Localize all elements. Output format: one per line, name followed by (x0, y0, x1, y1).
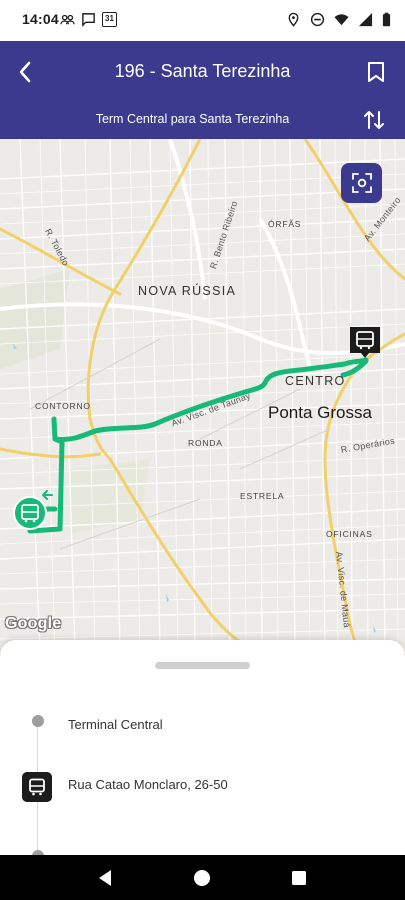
label-orfas: ÓRFÃS (268, 219, 302, 229)
recents-square-icon (292, 871, 306, 885)
stop-dot-icon (32, 715, 44, 727)
swap-vertical-icon (364, 111, 384, 129)
google-attribution: Google (5, 615, 62, 632)
label-nova-russia: NOVA RÚSSIA (138, 284, 237, 298)
wifi-icon (334, 14, 349, 26)
drag-handle[interactable] (155, 662, 250, 669)
people-icon (60, 14, 75, 25)
bookmark-button[interactable] (361, 57, 391, 87)
app-bar: 196 - Santa Terezinha Term Central para … (0, 41, 405, 139)
battery-icon (382, 12, 391, 27)
location-icon (288, 12, 299, 27)
label-ponta-grossa: Ponta Grossa (268, 403, 372, 422)
stop-label: Rua Catao Monclaro, 26-50 (68, 777, 228, 792)
route-direction: Term Central para Santa Terezinha (95, 112, 290, 126)
swap-direction-button[interactable] (361, 107, 387, 133)
label-estrela: ESTRELA (240, 491, 285, 501)
stop-label: Terminal Central (68, 717, 163, 732)
route-title: 196 - Santa Terezinha (114, 61, 291, 81)
do-not-disturb-icon (310, 12, 325, 27)
back-arrow-icon (19, 61, 31, 83)
signal-icon (358, 12, 373, 27)
route-map[interactable]: NOVA RÚSSIA CENTRO CONTORNO RONDA ESTREL… (0, 139, 405, 654)
focus-icon (351, 173, 372, 193)
label-centro: CENTRO (285, 374, 346, 388)
bookmark-icon (368, 62, 384, 82)
nav-home-button[interactable] (191, 867, 213, 889)
status-right-icons (286, 12, 391, 27)
back-button[interactable] (10, 57, 40, 87)
status-left-icons: 31 (60, 12, 117, 27)
label-contorno: CONTORNO (35, 401, 91, 411)
back-triangle-icon (99, 870, 111, 886)
status-bar: 14:04 31 (0, 0, 405, 41)
label-ronda: RONDA (188, 438, 223, 448)
system-nav-bar (0, 855, 405, 900)
label-oficinas: OFICINAS (326, 529, 373, 539)
nav-back-button[interactable] (94, 867, 116, 889)
status-time: 14:04 (22, 11, 59, 27)
chat-icon (82, 13, 95, 27)
bus-icon (22, 772, 52, 802)
home-circle-icon (194, 870, 210, 886)
nav-recents-button[interactable] (288, 867, 310, 889)
calendar-icon: 31 (102, 12, 117, 27)
recenter-map-button[interactable] (341, 163, 382, 203)
stops-bottom-sheet[interactable]: Terminal Central Rua Catao Monclaro, 26-… (0, 640, 405, 855)
